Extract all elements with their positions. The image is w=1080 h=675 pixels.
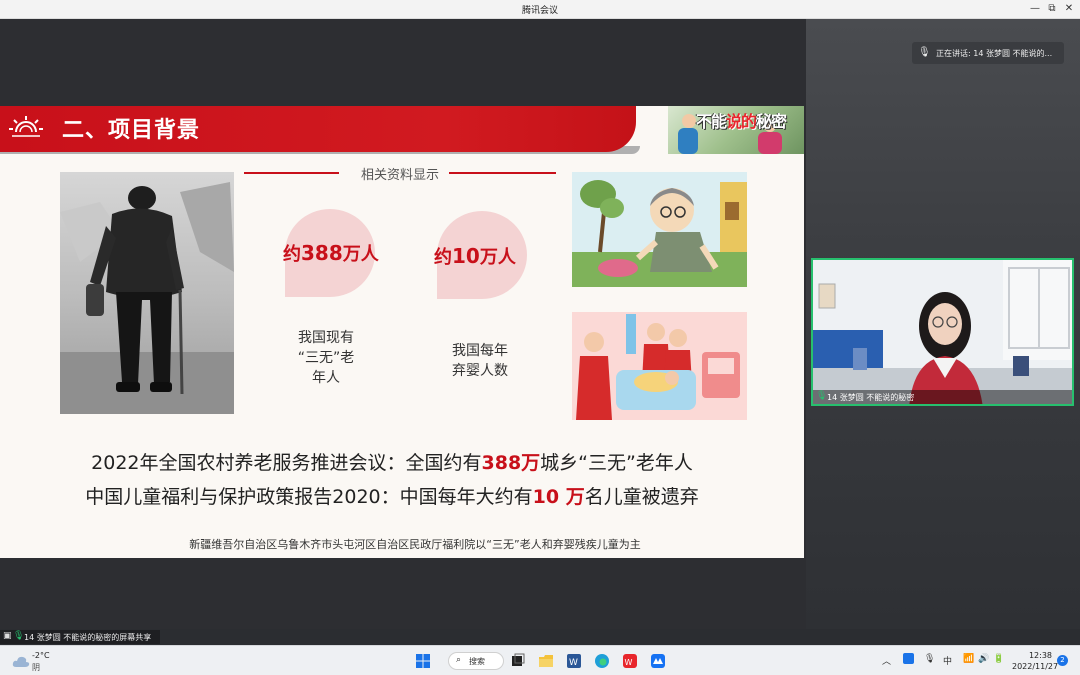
- taskbar-clock[interactable]: 12:38 2022/11/27: [1012, 650, 1059, 672]
- svg-text:W: W: [625, 658, 633, 667]
- project-logo-image: 不能说的秘密: [668, 106, 804, 154]
- screen-share-text: 14 张梦圆 不能说的秘密的屏幕共享: [24, 633, 152, 642]
- restore-button[interactable]: ⧉: [1045, 2, 1059, 16]
- search-label: 搜索: [469, 657, 485, 666]
- elderly-person-photo: [60, 172, 234, 414]
- section-subheading: 相关资料显示: [244, 164, 556, 183]
- notification-badge[interactable]: 2: [1057, 655, 1068, 666]
- edge-browser-icon[interactable]: [594, 653, 610, 669]
- search-icon: ⌕: [456, 655, 462, 665]
- slide-heading: 二、项目背景: [62, 117, 201, 143]
- tencent-meeting-icon[interactable]: [650, 653, 666, 669]
- clock-date: 2022/11/27: [1012, 662, 1059, 671]
- cloud-icon: [12, 656, 30, 667]
- participant-name-bar: 🎙 14 张梦圆 不能说的秘密: [813, 390, 1072, 404]
- tray-app-icon[interactable]: [903, 653, 914, 664]
- show-hidden-icons-chevron-icon[interactable]: ︿: [882, 654, 891, 667]
- slide-title-banner: 二、项目背景: [0, 106, 636, 152]
- infant-care-illustration: [572, 312, 747, 420]
- task-view-icon[interactable]: [510, 653, 526, 669]
- weather-condition: 阴: [32, 663, 40, 672]
- windows-taskbar: -2°C 阴 ⌕ 搜索 W W ︿ 🎙 中 📶 🔊 🔋 12:38 2022/1…: [0, 645, 1080, 675]
- screen-share-icon: ▣: [3, 631, 12, 641]
- stat-elderly-value: 约388万人: [283, 241, 379, 265]
- tray-microphone-icon[interactable]: 🎙: [924, 654, 935, 664]
- slide-footnote: 新疆维吾尔自治区乌鲁木齐市头屯河区自治区民政厅福利院以“三无”老人和弃婴残疾儿童…: [189, 538, 641, 551]
- battery-icon[interactable]: 🔋: [993, 654, 1004, 664]
- window-titlebar: 腾讯会议 — ⧉ ✕: [0, 0, 1080, 19]
- input-method-indicator[interactable]: 中: [943, 654, 952, 667]
- file-explorer-icon[interactable]: [538, 653, 554, 669]
- weather-temperature: -2°C: [32, 651, 50, 660]
- participant-video-tile[interactable]: 🎙 14 张梦圆 不能说的秘密: [811, 258, 1074, 406]
- microphone-icon: 🎙: [816, 391, 828, 401]
- sun-icon: [9, 116, 43, 137]
- participant-video-feed: [813, 260, 1072, 404]
- microphone-icon: 🎙: [918, 47, 931, 58]
- clock-time: 12:38: [1028, 651, 1052, 660]
- close-button[interactable]: ✕: [1062, 2, 1076, 16]
- microphone-icon: 🎙: [13, 631, 25, 641]
- window-title: 腾讯会议: [521, 6, 558, 16]
- svg-text:W: W: [569, 658, 578, 668]
- wps-office-icon[interactable]: W: [622, 653, 638, 669]
- weather-widget[interactable]: -2°C 阴: [10, 650, 70, 672]
- child-welfare-statement: 中国儿童福利与保护政策报告2020：中国每年大约有10 万名儿童被遗弃: [85, 486, 699, 508]
- presentation-slide: 二、项目背景 不能说的秘密 相关资料显示 约388万人 约10万人 我国现有 “…: [0, 106, 804, 558]
- taskbar-search-box[interactable]: ⌕ 搜索: [448, 652, 504, 670]
- elderly-cartoon-illustration: [572, 172, 747, 287]
- wifi-icon[interactable]: 📶: [963, 654, 974, 664]
- minimize-button[interactable]: —: [1028, 2, 1042, 16]
- word-app-icon[interactable]: W: [566, 653, 582, 669]
- active-speaker-indicator: 🎙 正在讲话: 14 张梦圆 不能说的...: [912, 42, 1064, 64]
- stat-elderly-label: 我国现有 “三无”老 年人: [297, 330, 355, 386]
- stat-infants-value: 约10万人: [434, 244, 516, 268]
- participant-name: 14 张梦圆 不能说的秘密: [827, 393, 915, 402]
- windows-start-icon[interactable]: [415, 653, 431, 669]
- active-speaker-text: 正在讲话: 14 张梦圆 不能说的...: [936, 49, 1053, 58]
- rural-elderly-statement: 2022年全国农村养老服务推进会议：全国约有388万城乡“三无”老年人: [91, 452, 693, 474]
- screen-share-label: ▣ 🎙 14 张梦圆 不能说的秘密的屏幕共享: [0, 630, 160, 644]
- volume-icon[interactable]: 🔊: [978, 654, 989, 664]
- project-logo-text: 不能说的秘密: [696, 112, 787, 131]
- subheading-text: 相关资料显示: [360, 168, 439, 183]
- stat-infants-label: 我国每年 弃婴人数: [452, 343, 508, 379]
